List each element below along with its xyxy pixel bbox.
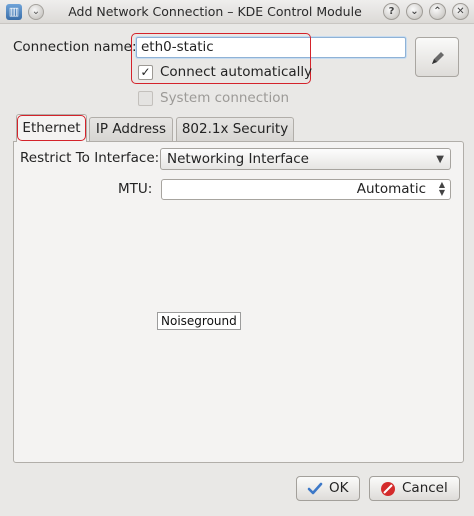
cancel-label: Cancel (402, 480, 448, 496)
system-connection-label: System connection (160, 90, 290, 106)
checkmark-icon (307, 482, 323, 495)
mtu-label: MTU: (118, 181, 153, 197)
connect-automatically-label[interactable]: Connect automatically (160, 64, 312, 80)
window-title: Add Network Connection – KDE Control Mod… (68, 4, 362, 19)
title-bar[interactable]: ▥ ⌄ Add Network Connection – KDE Control… (0, 0, 474, 24)
cancel-button[interactable]: Cancel (369, 476, 460, 501)
connection-name-label: Connection name: (13, 39, 137, 55)
restrict-interface-value: Networking Interface (167, 151, 309, 167)
tooltip: Noiseground (157, 312, 241, 330)
mtu-value: Automatic (356, 181, 426, 197)
ok-label: OK (329, 480, 349, 496)
chevron-down-icon: ▼ (436, 154, 444, 165)
ok-button[interactable]: OK (296, 476, 360, 501)
close-button[interactable]: ✕ (452, 3, 469, 20)
maximize-button[interactable]: ⌃ (429, 3, 446, 20)
minimize-button[interactable]: ⌄ (406, 3, 423, 20)
app-icon: ▥ (6, 4, 22, 20)
tab-ip-address[interactable]: IP Address (89, 117, 173, 141)
cancel-icon (381, 482, 395, 496)
annotation-tab-highlight (17, 115, 86, 141)
help-button[interactable]: ? (383, 3, 400, 20)
window-menu-button[interactable]: ⌄ (28, 4, 44, 20)
connect-automatically-checkbox[interactable]: ✓ (138, 65, 153, 80)
restrict-interface-combo[interactable]: Networking Interface ▼ (160, 148, 451, 170)
spin-arrows-icon[interactable]: ▲ ▼ (439, 181, 445, 197)
mtu-spinbox[interactable]: Automatic ▲ ▼ (161, 179, 451, 200)
pencil-icon (432, 52, 444, 64)
restrict-interface-label: Restrict To Interface: (20, 150, 160, 166)
pick-settings-button[interactable] (415, 37, 459, 77)
system-connection-checkbox[interactable] (138, 91, 153, 106)
tab-8021x-security[interactable]: 802.1x Security (176, 117, 294, 141)
